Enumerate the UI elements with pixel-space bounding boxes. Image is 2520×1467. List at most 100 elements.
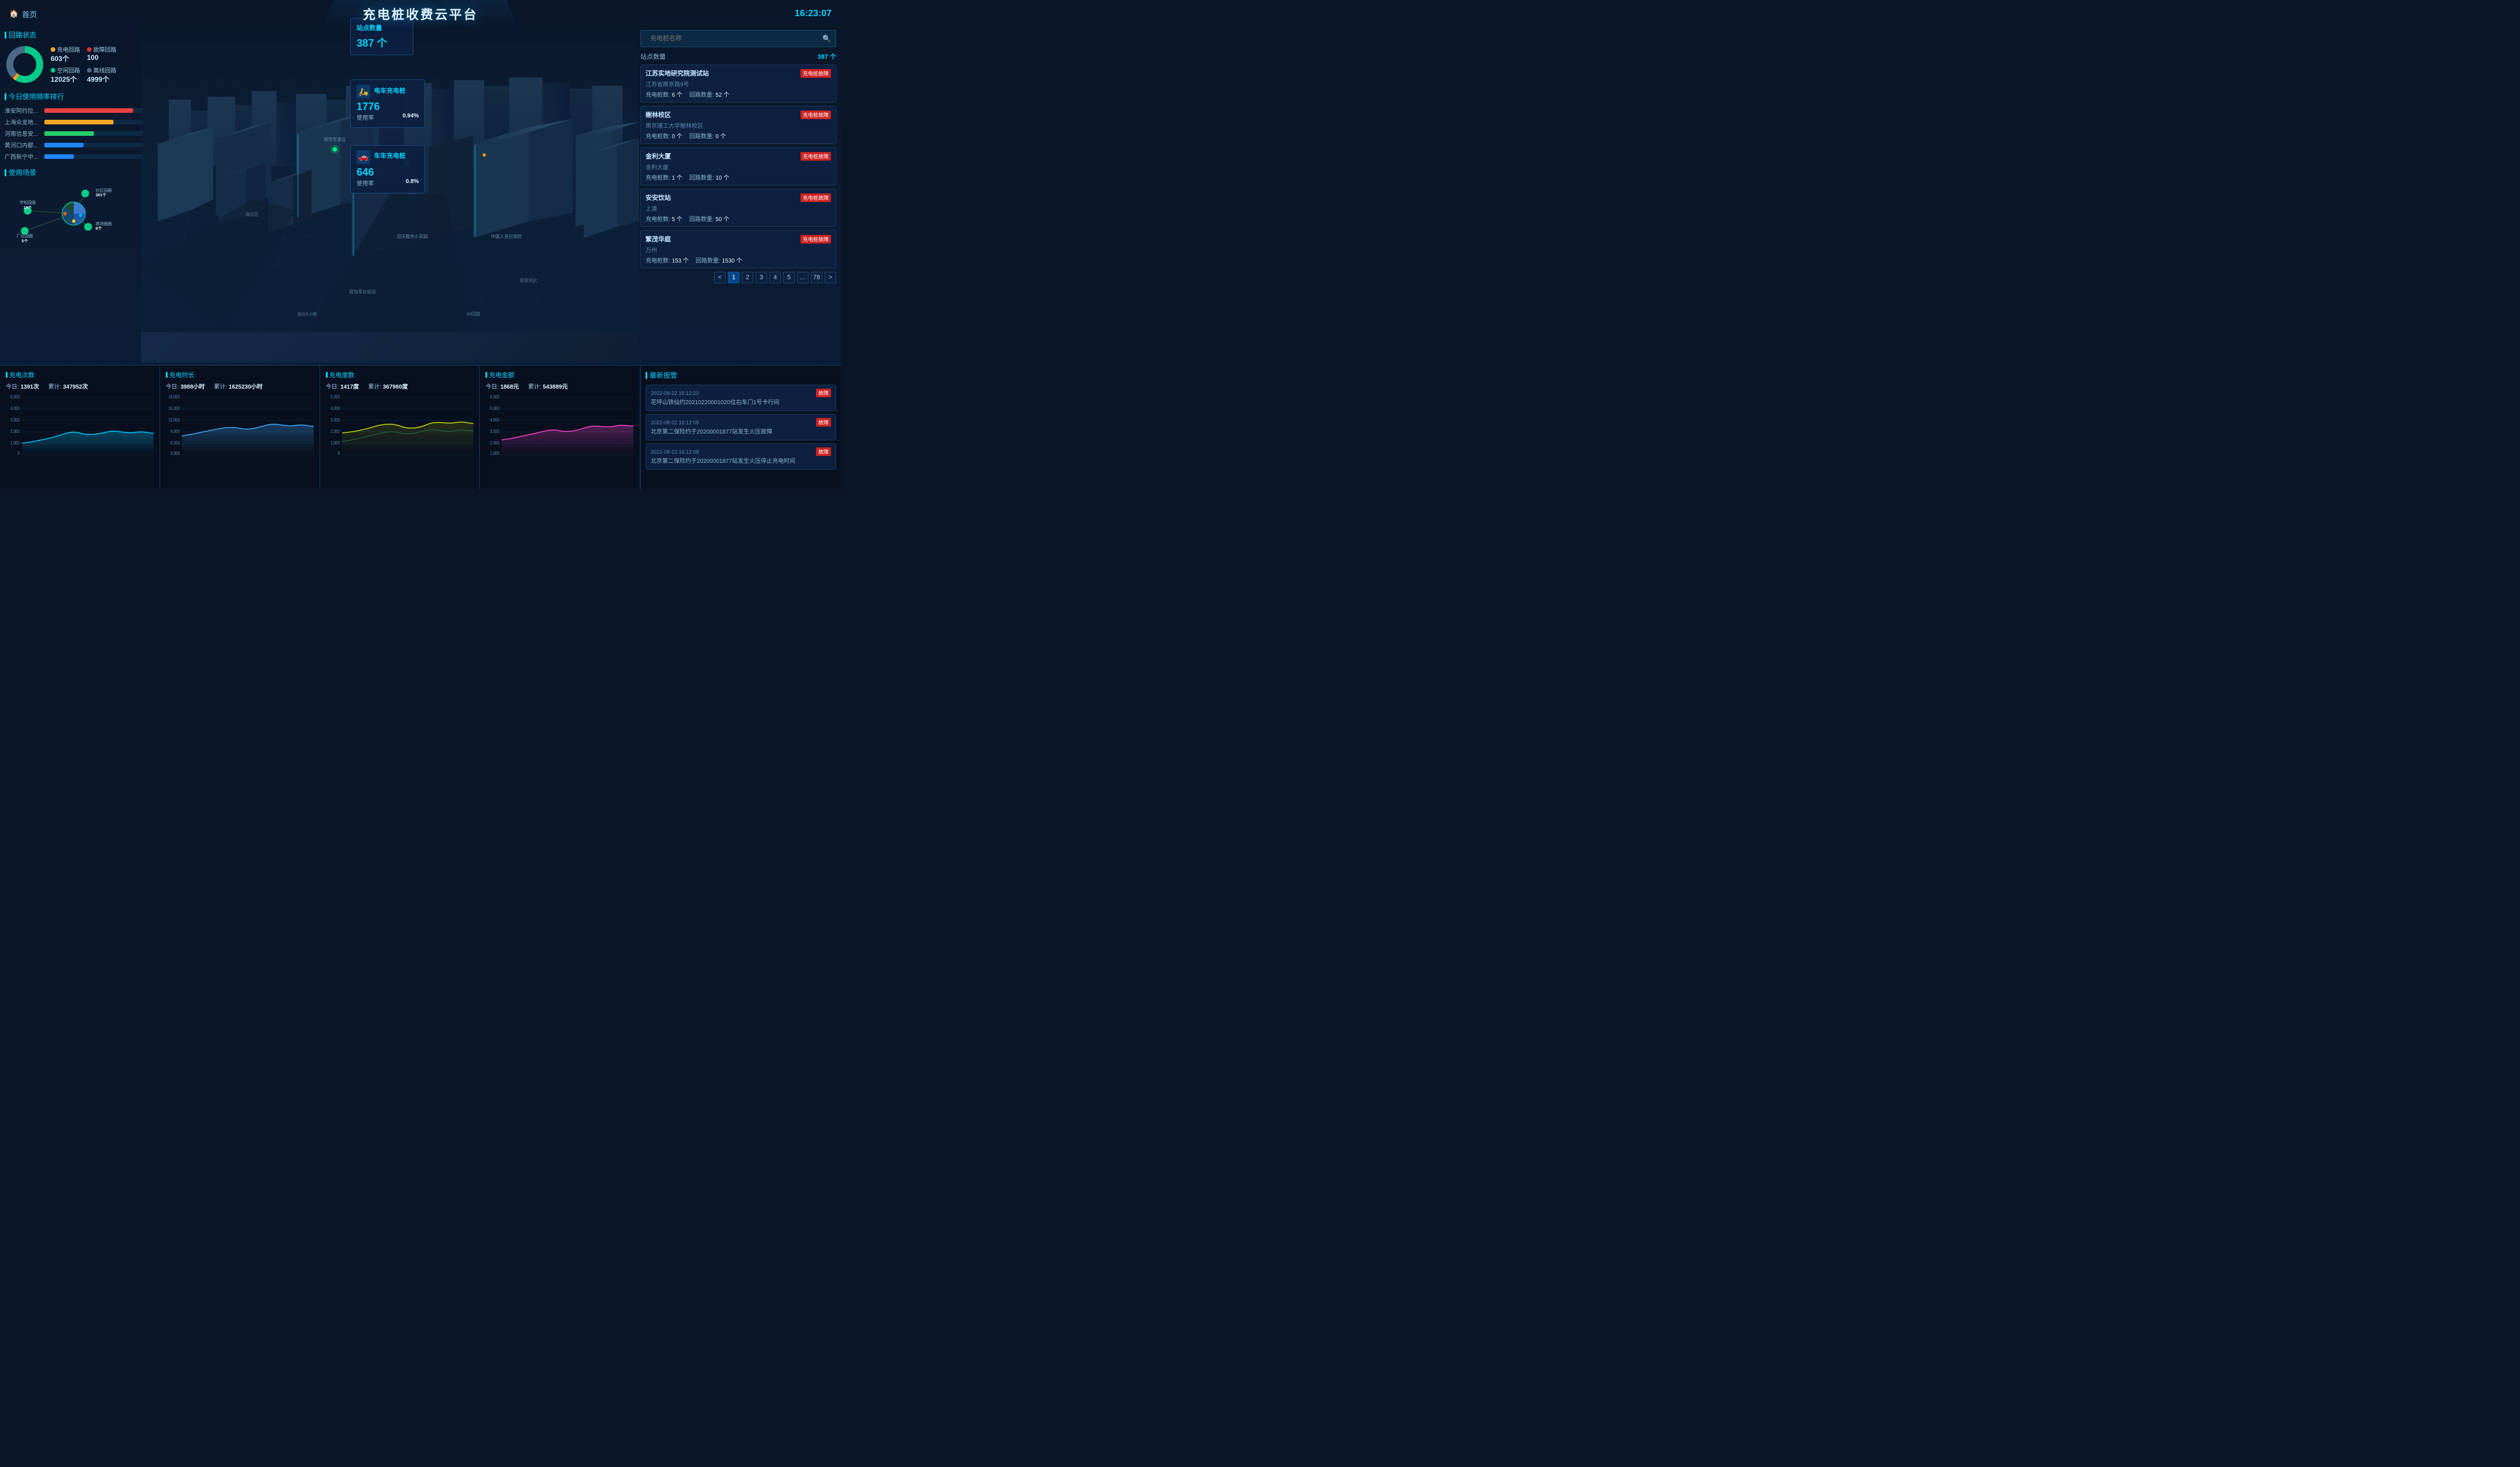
page-title: 充电桩收费云平台 <box>363 5 478 23</box>
station-name-4: 安安饮站 <box>646 193 671 202</box>
charging-status-section: 回路状态 充电回路 603 <box>5 30 143 85</box>
svg-text:双庆都市小花园: 双庆都市小花园 <box>397 233 428 239</box>
svg-text:5,000: 5,000 <box>331 394 340 400</box>
svg-text:4,000: 4,000 <box>490 417 499 423</box>
status-item-idle: 空闲回路 12025个 <box>51 66 80 84</box>
svg-text:5,000: 5,000 <box>10 394 20 400</box>
page-4[interactable]: 4 <box>769 272 781 283</box>
station-search-input[interactable] <box>646 33 822 44</box>
rank-item-5: 广西新宁中... <box>5 152 143 161</box>
svg-text:3,000: 3,000 <box>170 450 180 456</box>
usage-ranking-title: 今日使用频率排行 <box>5 92 143 101</box>
value-fault: 100 <box>87 54 116 62</box>
page-2[interactable]: 2 <box>742 272 753 283</box>
station-stats-4: 充电桩数: 5 个 回路数量: 50 个 <box>646 214 831 223</box>
header-left[interactable]: 🏠 首页 <box>9 9 37 20</box>
station-name-1: 江苏实地研究院测试站 <box>646 69 709 78</box>
station-card-5[interactable]: 繁茂华庭 充电桩故障 万州 充电桩数: 153 个 回路数量: 1530 个 <box>640 230 836 268</box>
station-stats-1: 充电桩数: 6 个 回路数量: 52 个 <box>646 90 831 98</box>
popup-ev-value: 1776 <box>356 101 419 113</box>
app-container: 🏠 首页 充电桩收费云平台 16:23:07 <box>0 0 841 489</box>
page-5[interactable]: 5 <box>783 272 795 283</box>
news-content-2: 北京第二保险约于20200001877站发生火压故障 <box>651 428 831 436</box>
news-section-title: 最新报警 <box>646 370 836 380</box>
station-stats-5: 充电桩数: 153 个 回路数量: 1530 个 <box>646 256 831 264</box>
popup-ev: 🛵 电车充电桩 1776 使用率0.94% <box>350 79 425 128</box>
svg-text:2,000: 2,000 <box>10 428 20 434</box>
home-icon: 🏠 <box>9 9 18 18</box>
status-content: 充电回路 603个 故障回路 100 空闲回 <box>5 44 143 85</box>
today-value-4: 1868元 <box>500 384 519 390</box>
chart-svg-4: 6,000 5,000 4,000 3,000 2,000 1,000 08-1… <box>485 393 633 456</box>
news-item-2[interactable]: 2022-08-22 16:12:08 故障 北京第二保险约于202000018… <box>646 414 836 440</box>
svg-text:361个: 361个 <box>96 192 107 197</box>
scene-usage-title: 使用场景 <box>5 168 143 177</box>
badge-1: 充电桩故障 <box>800 69 831 78</box>
station-card-3[interactable]: 金利大厦 充电桩故障 金利大厦 充电桩数: 1 个 回路数量: 10 个 <box>640 147 836 185</box>
today-value-3: 1417度 <box>340 384 359 390</box>
svg-text:2,000: 2,000 <box>331 428 340 434</box>
value-charging: 603个 <box>51 54 80 63</box>
svg-text:1,000: 1,000 <box>331 440 340 446</box>
right-panel: 🔍 站点数量 387 个 江苏实地研究院测试站 充电桩故障 江苏省南京路9号 充… <box>640 30 836 283</box>
chart-title-2: 充电时长 <box>166 370 314 379</box>
svg-text:5,000: 5,000 <box>490 405 499 411</box>
station-name-2: 榭林校区 <box>646 110 671 119</box>
chart-section-4: 充电金额 今日: 1868元 累计: 543889元 6,000 5,000 4… <box>480 366 639 489</box>
svg-text:9,000: 9,000 <box>170 428 180 434</box>
scene-svg: 学校园圈 10个 社区园圈 361个 厂区园圈 5个 商场圈圈 6个 <box>5 182 143 245</box>
label-fault: 故障回路 <box>93 45 116 54</box>
svg-text:厂区园圈: 厂区园圈 <box>17 234 33 238</box>
rank-bar-3 <box>44 131 94 136</box>
svg-text:商场圈圈: 商场圈圈 <box>96 221 112 226</box>
rank-label-4: 黄河口内都... <box>5 140 42 149</box>
status-item-charging: 充电回路 603个 <box>51 45 80 63</box>
popup-ev-title: 电车充电桩 <box>374 86 405 95</box>
rank-label-2: 上海众龙地... <box>5 117 42 126</box>
station-total-label: 站点数量 <box>640 52 666 61</box>
news-item-1[interactable]: 2022-08-22 16:12:23 故障 花坪山铁仙约20210220001… <box>646 385 836 411</box>
station-list-header: 站点数量 387 个 <box>640 52 836 61</box>
chart-section-1: 充电次数 今日: 1391次 累计: 347952次 5,000 4,000 <box>0 366 160 489</box>
dot-idle <box>51 68 55 73</box>
news-badge-1: 故障 <box>816 389 831 397</box>
station-stats-2: 充电桩数: 0 个 回路数量: 0 个 <box>646 131 831 140</box>
map-area[interactable]: 规范专卖店 乐想 双庆都市小花园 中国人身份保险 清白区 恩恩天比 腐蚀草台纸阔… <box>141 0 639 362</box>
page-3[interactable]: 3 <box>756 272 767 283</box>
popup-car-rate: 使用率0.8% <box>356 178 419 187</box>
svg-text:3,000: 3,000 <box>331 417 340 423</box>
svg-text:15,000: 15,000 <box>168 405 180 411</box>
svg-text:6,000: 6,000 <box>490 394 499 400</box>
scene-usage-section: 使用场景 <box>5 168 143 245</box>
chart-stats-3: 今日: 1417度 累计: 367960度 <box>326 382 474 390</box>
page-78[interactable]: 78 <box>811 272 822 283</box>
dot-fault <box>87 47 92 52</box>
svg-text:规范专卖店: 规范专卖店 <box>324 136 346 142</box>
svg-text:3,000: 3,000 <box>10 417 20 423</box>
page-ellipsis: ... <box>797 272 809 283</box>
popup-car-title: 车车充电桩 <box>374 151 405 160</box>
total-value-4: 543889元 <box>543 384 568 390</box>
mini-chart-1: 5,000 4,000 3,000 2,000 1,000 0 <box>6 393 154 456</box>
mini-chart-3: 5,000 4,000 3,000 2,000 1,000 0 <box>326 393 474 456</box>
station-card-2[interactable]: 榭林校区 充电桩故障 南京理工大学榭林校区 充电桩数: 0 个 回路数量: 0 … <box>640 106 836 144</box>
news-badge-2: 故障 <box>816 418 831 427</box>
search-icon[interactable]: 🔍 <box>822 35 831 43</box>
rank-label-5: 广西新宁中... <box>5 152 42 161</box>
svg-text:中国人身份保险: 中国人身份保险 <box>491 233 522 239</box>
station-card-1[interactable]: 江苏实地研究院测试站 充电桩故障 江苏省南京路9号 充电桩数: 6 个 回路数量… <box>640 64 836 102</box>
station-card-4[interactable]: 安安饮站 充电桩故障 上清 充电桩数: 5 个 回路数量: 50 个 <box>640 189 836 227</box>
chart-svg-1: 5,000 4,000 3,000 2,000 1,000 0 <box>6 393 154 456</box>
news-item-3[interactable]: 2022-08-22 16:12:08 故障 北京第二保险约于202000018… <box>646 443 836 470</box>
svg-text:5个: 5个 <box>22 238 29 244</box>
chart-title-3: 充电度数 <box>326 370 474 379</box>
station-sub-5: 万州 <box>646 245 831 254</box>
donut-chart <box>5 44 45 85</box>
page-1[interactable]: 1 <box>728 272 739 283</box>
chart-title-4: 充电金额 <box>485 370 633 379</box>
page-next[interactable]: > <box>825 272 836 283</box>
page-prev[interactable]: < <box>714 272 726 283</box>
news-badge-3: 故障 <box>816 447 831 456</box>
ev-icon: 🛵 <box>356 85 370 98</box>
popup-car-value: 646 <box>356 166 419 178</box>
